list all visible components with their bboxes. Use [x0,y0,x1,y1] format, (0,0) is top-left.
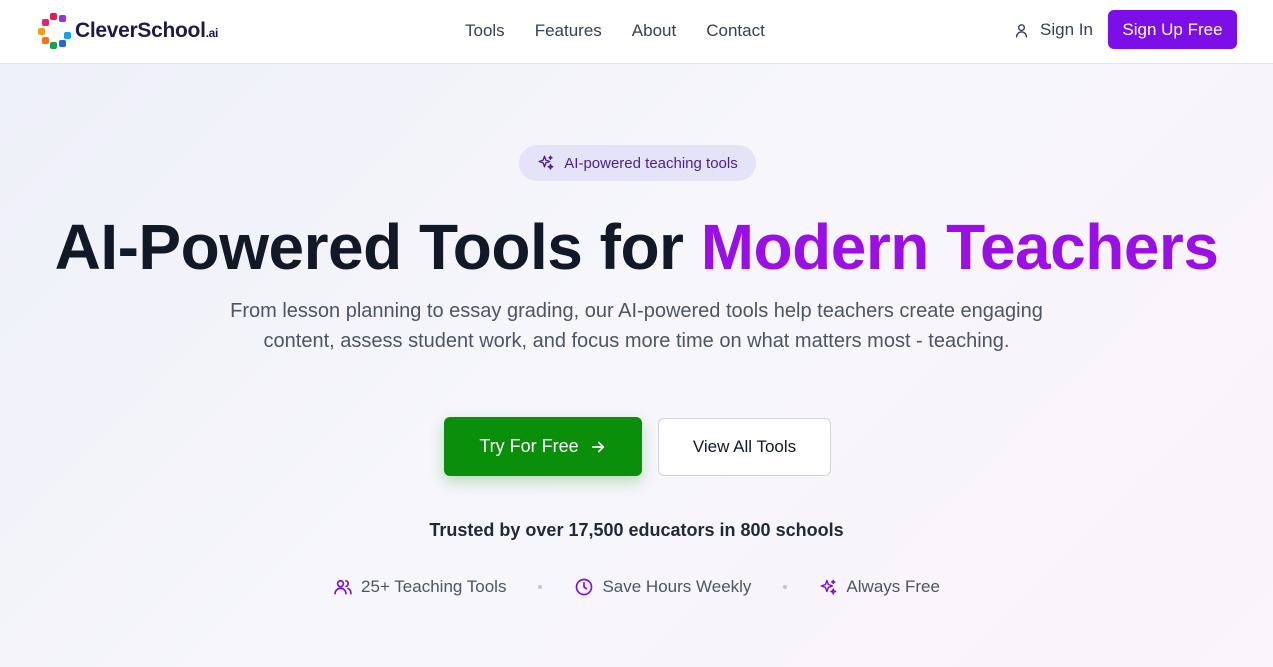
sign-up-button[interactable]: Sign Up Free [1108,10,1237,49]
logo-mark-icon [38,11,72,51]
trusted-by-text: Trusted by over 17,500 educators in 800 … [429,520,844,540]
feature-label: Always Free [846,577,940,596]
page-title: AI-Powered Tools for Modern Teachers [54,211,1219,283]
try-for-free-label: Try For Free [479,436,579,456]
title-accent: Modern Teachers [700,211,1219,283]
feature-label: Save Hours Weekly [602,577,752,596]
feature-item: Save Hours Weekly [574,577,751,597]
nav-tools[interactable]: Tools [465,21,505,41]
site-header: CleverSchool.ai Tools Features About Con… [0,0,1273,64]
view-all-tools-button[interactable]: View All Tools [658,418,831,476]
nav-contact[interactable]: Contact [706,21,765,41]
nav-about[interactable]: About [632,21,676,41]
user-icon [1015,23,1028,38]
arrow-right-icon [591,441,604,452]
sparkle-icon [821,579,837,595]
feature-label: 25+ Teaching Tools [361,577,507,596]
sign-in-label: Sign In [1040,20,1093,39]
logo-text: CleverSchool.ai [75,19,219,42]
try-for-free-button[interactable]: Try For Free [444,417,642,476]
hero-subtitle: From lesson planning to essay grading, o… [230,300,1043,352]
separator-dot [783,585,788,589]
nav-features[interactable]: Features [535,21,602,41]
badge-label: AI-powered teaching tools [564,154,738,172]
users-icon [334,579,352,595]
hero-section: AI-powered teaching tools AI-Powered Too… [0,64,1273,667]
feature-badge: AI-powered teaching tools [519,145,756,181]
sparkle-icon [538,155,554,170]
feature-highlights: 25+ Teaching Tools Save Hours Weekly Alw… [0,577,1273,597]
separator-dot [538,585,543,589]
clock-icon [576,578,593,596]
main-nav: Tools Features About Contact [465,21,765,41]
logo[interactable]: CleverSchool.ai [38,11,218,51]
sign-in-link[interactable]: Sign In [1013,20,1093,40]
feature-item: 25+ Teaching Tools [333,577,506,597]
feature-item: Always Free [819,577,940,597]
